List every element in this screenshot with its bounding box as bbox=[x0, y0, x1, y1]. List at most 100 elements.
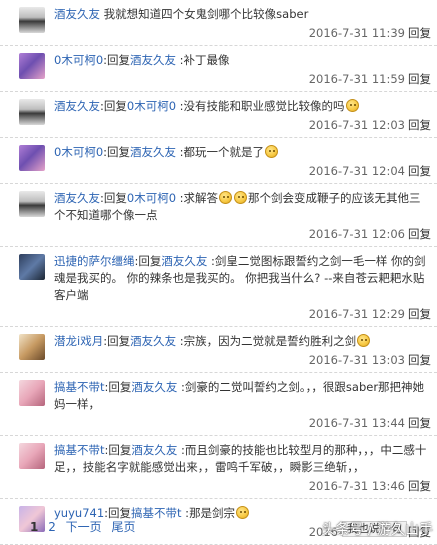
reply-target-link[interactable]: 酒友久友 bbox=[161, 254, 207, 268]
reply-prefix: :回复 bbox=[100, 191, 127, 205]
comment-item: 潜龙i戏月:回复酒友久友 :宗族，因为二觉就是誓约胜利之剑 2016-7-31 1… bbox=[0, 327, 437, 373]
separator: : bbox=[181, 506, 190, 520]
comment-text: 0木可柯0:回复酒友久友 :补丁最像 bbox=[54, 52, 431, 69]
comment-meta: 2016-7-31 12:06 回复 bbox=[54, 226, 431, 242]
avatar[interactable] bbox=[19, 53, 45, 79]
reply-button[interactable]: 回复 bbox=[408, 353, 431, 367]
username-link[interactable]: 搞基不带t bbox=[54, 380, 105, 394]
avatar[interactable] bbox=[19, 254, 45, 280]
comment-meta: 2016-7-31 12:04 回复 bbox=[54, 163, 431, 179]
reply-button[interactable]: 回复 bbox=[408, 479, 431, 493]
comment-meta: 2016-7-31 13:03 回复 bbox=[54, 352, 431, 368]
username-link[interactable]: 迅捷的萨尔缰绳 bbox=[54, 254, 135, 268]
reply-button[interactable]: 回复 bbox=[408, 164, 431, 178]
separator: : bbox=[176, 99, 184, 113]
reply-button[interactable]: 回复 bbox=[408, 72, 431, 86]
reply-target-link[interactable]: 酒友久友 bbox=[130, 334, 176, 348]
timestamp: 2016-7-31 11:39 bbox=[308, 26, 405, 40]
reply-prefix: :回复 bbox=[103, 53, 131, 67]
reply-button[interactable]: 回复 bbox=[408, 307, 431, 321]
avatar[interactable] bbox=[19, 334, 45, 360]
reply-prefix: :回复 bbox=[104, 443, 132, 457]
reply-button[interactable]: 回复 bbox=[408, 227, 431, 241]
reply-prefix: :回复 bbox=[104, 380, 132, 394]
comment-body: 宗族，因为二觉就是誓约胜利之剑 bbox=[183, 334, 357, 348]
avatar[interactable] bbox=[19, 191, 45, 217]
username-link[interactable]: 酒友久友 bbox=[54, 7, 100, 21]
watermark: 头条号 / 游久山手 bbox=[321, 522, 433, 538]
comment-list: 酒友久友 我就想知道四个女鬼剑哪个比较像saber 2016-7-31 11:39… bbox=[0, 0, 437, 545]
comment-meta: 2016-7-31 11:39 回复 bbox=[54, 25, 431, 41]
timestamp: 2016-7-31 12:03 bbox=[308, 118, 405, 132]
comment-text: 搞基不带t:回复酒友久友 :而且剑豪的技能也比较型月的那种，，，中二感十足，，技… bbox=[54, 442, 431, 476]
reply-button[interactable]: 回复 bbox=[408, 416, 431, 430]
sad-emoji-icon bbox=[234, 191, 248, 204]
comment-item: 搞基不带t:回复酒友久友 :剑豪的二觉叫誓约之剑。，，很跟saber那把神她妈一… bbox=[0, 373, 437, 436]
username-link[interactable]: 酒友久友 bbox=[54, 191, 100, 205]
next-page-link[interactable]: 下一页 bbox=[66, 520, 102, 534]
username-link[interactable]: 0木可柯0 bbox=[54, 145, 103, 159]
comment-item: 搞基不带t:回复酒友久友 :而且剑豪的技能也比较型月的那种，，，中二感十足，，技… bbox=[0, 436, 437, 499]
reply-target-link[interactable]: 0木可柯0 bbox=[127, 191, 176, 205]
comment-item: 酒友久友:回复0木可柯0 :求解答 那个剑会变成鞭子的应该无其他三个不知道哪个像一… bbox=[0, 184, 437, 247]
comment-text: 迅捷的萨尔缰绳:回复酒友久友 :剑皇二觉图标跟誓约之剑一毛一样 你的剑魂是我买的… bbox=[54, 253, 431, 304]
smile-emoji-icon bbox=[265, 145, 279, 158]
reply-prefix: :回复 bbox=[103, 145, 131, 159]
timestamp: 2016-7-31 13:46 bbox=[308, 479, 405, 493]
separator: : bbox=[177, 380, 185, 394]
page-current: 1 bbox=[30, 520, 39, 534]
comment-text: 0木可柯0:回复酒友久友 :都玩一个就是了 bbox=[54, 144, 431, 161]
reply-target-link[interactable]: 0木可柯0 bbox=[127, 99, 176, 113]
comment-body: 我就想知道四个女鬼剑哪个比较像saber bbox=[103, 7, 309, 21]
reply-prefix: :回复 bbox=[134, 254, 162, 268]
comment-meta: 2016-7-31 12:03 回复 bbox=[54, 117, 431, 133]
comment-text: 酒友久友:回复0木可柯0 :求解答 那个剑会变成鞭子的应该无其他三个不知道哪个像一… bbox=[54, 190, 431, 224]
sad-emoji-icon bbox=[219, 191, 233, 204]
comment-meta: 2016-7-31 13:44 回复 bbox=[54, 415, 431, 431]
comment-text: 搞基不带t:回复酒友久友 :剑豪的二觉叫誓约之剑。，，很跟saber那把神她妈一… bbox=[54, 379, 431, 413]
comment-body: 那是剑宗 bbox=[189, 506, 236, 520]
comment-text: 潜龙i戏月:回复酒友久友 :宗族，因为二觉就是誓约胜利之剑 bbox=[54, 333, 431, 350]
comment-text: 酒友久友 我就想知道四个女鬼剑哪个比较像saber bbox=[54, 6, 431, 23]
avatar[interactable] bbox=[19, 7, 45, 33]
separator: : bbox=[176, 53, 184, 67]
reply-target-link[interactable]: 酒友久友 bbox=[131, 443, 177, 457]
comment-meta: 2016-7-31 12:29 回复 bbox=[54, 306, 431, 322]
comment-body: 没有技能和职业感觉比较像的吗 bbox=[183, 99, 345, 113]
separator: : bbox=[177, 443, 185, 457]
comment-meta: 2016-7-31 11:59 回复 bbox=[54, 71, 431, 87]
reply-button[interactable]: 回复 bbox=[408, 118, 431, 132]
comment-text: 酒友久友:回复0木可柯0 :没有技能和职业感觉比较像的吗 bbox=[54, 98, 431, 115]
username-link[interactable]: 潜龙i戏月 bbox=[54, 334, 103, 348]
comment-body: 求解答 bbox=[183, 191, 219, 205]
comment-meta: 2016-7-31 13:46 回复 bbox=[54, 478, 431, 494]
reply-target-link[interactable]: 酒友久友 bbox=[130, 145, 176, 159]
comment-item: 迅捷的萨尔缰绳:回复酒友久友 :剑皇二觉图标跟誓约之剑一毛一样 你的剑魂是我买的… bbox=[0, 247, 437, 327]
reply-prefix: :回复 bbox=[103, 334, 131, 348]
avatar[interactable] bbox=[19, 380, 45, 406]
smile-emoji-icon bbox=[236, 506, 250, 519]
smile-emoji-icon bbox=[345, 99, 359, 112]
separator: : bbox=[176, 145, 184, 159]
separator: : bbox=[176, 334, 184, 348]
comment-item: 酒友久友:回复0木可柯0 :没有技能和职业感觉比较像的吗 2016-7-31 12… bbox=[0, 92, 437, 138]
comment-body: 补丁最像 bbox=[183, 53, 230, 67]
reply-target-link[interactable]: 酒友久友 bbox=[130, 53, 176, 67]
username-link[interactable]: 搞基不带t bbox=[54, 443, 105, 457]
avatar[interactable] bbox=[19, 145, 45, 171]
timestamp: 2016-7-31 13:03 bbox=[308, 353, 405, 367]
reply-button[interactable]: 回复 bbox=[408, 26, 431, 40]
username-link[interactable]: 酒友久友 bbox=[54, 99, 100, 113]
page-2-link[interactable]: 2 bbox=[48, 520, 56, 534]
timestamp: 2016-7-31 12:29 bbox=[308, 307, 405, 321]
timestamp: 2016-7-31 13:44 bbox=[308, 416, 405, 430]
timestamp: 2016-7-31 12:04 bbox=[308, 164, 405, 178]
separator: : bbox=[176, 191, 184, 205]
avatar[interactable] bbox=[19, 99, 45, 125]
avatar[interactable] bbox=[19, 443, 45, 469]
reply-target-link[interactable]: 酒友久友 bbox=[131, 380, 177, 394]
smile-emoji-icon bbox=[357, 334, 371, 347]
timestamp: 2016-7-31 11:59 bbox=[308, 72, 405, 86]
last-page-link[interactable]: 尾页 bbox=[112, 520, 136, 534]
username-link[interactable]: 0木可柯0 bbox=[54, 53, 103, 67]
